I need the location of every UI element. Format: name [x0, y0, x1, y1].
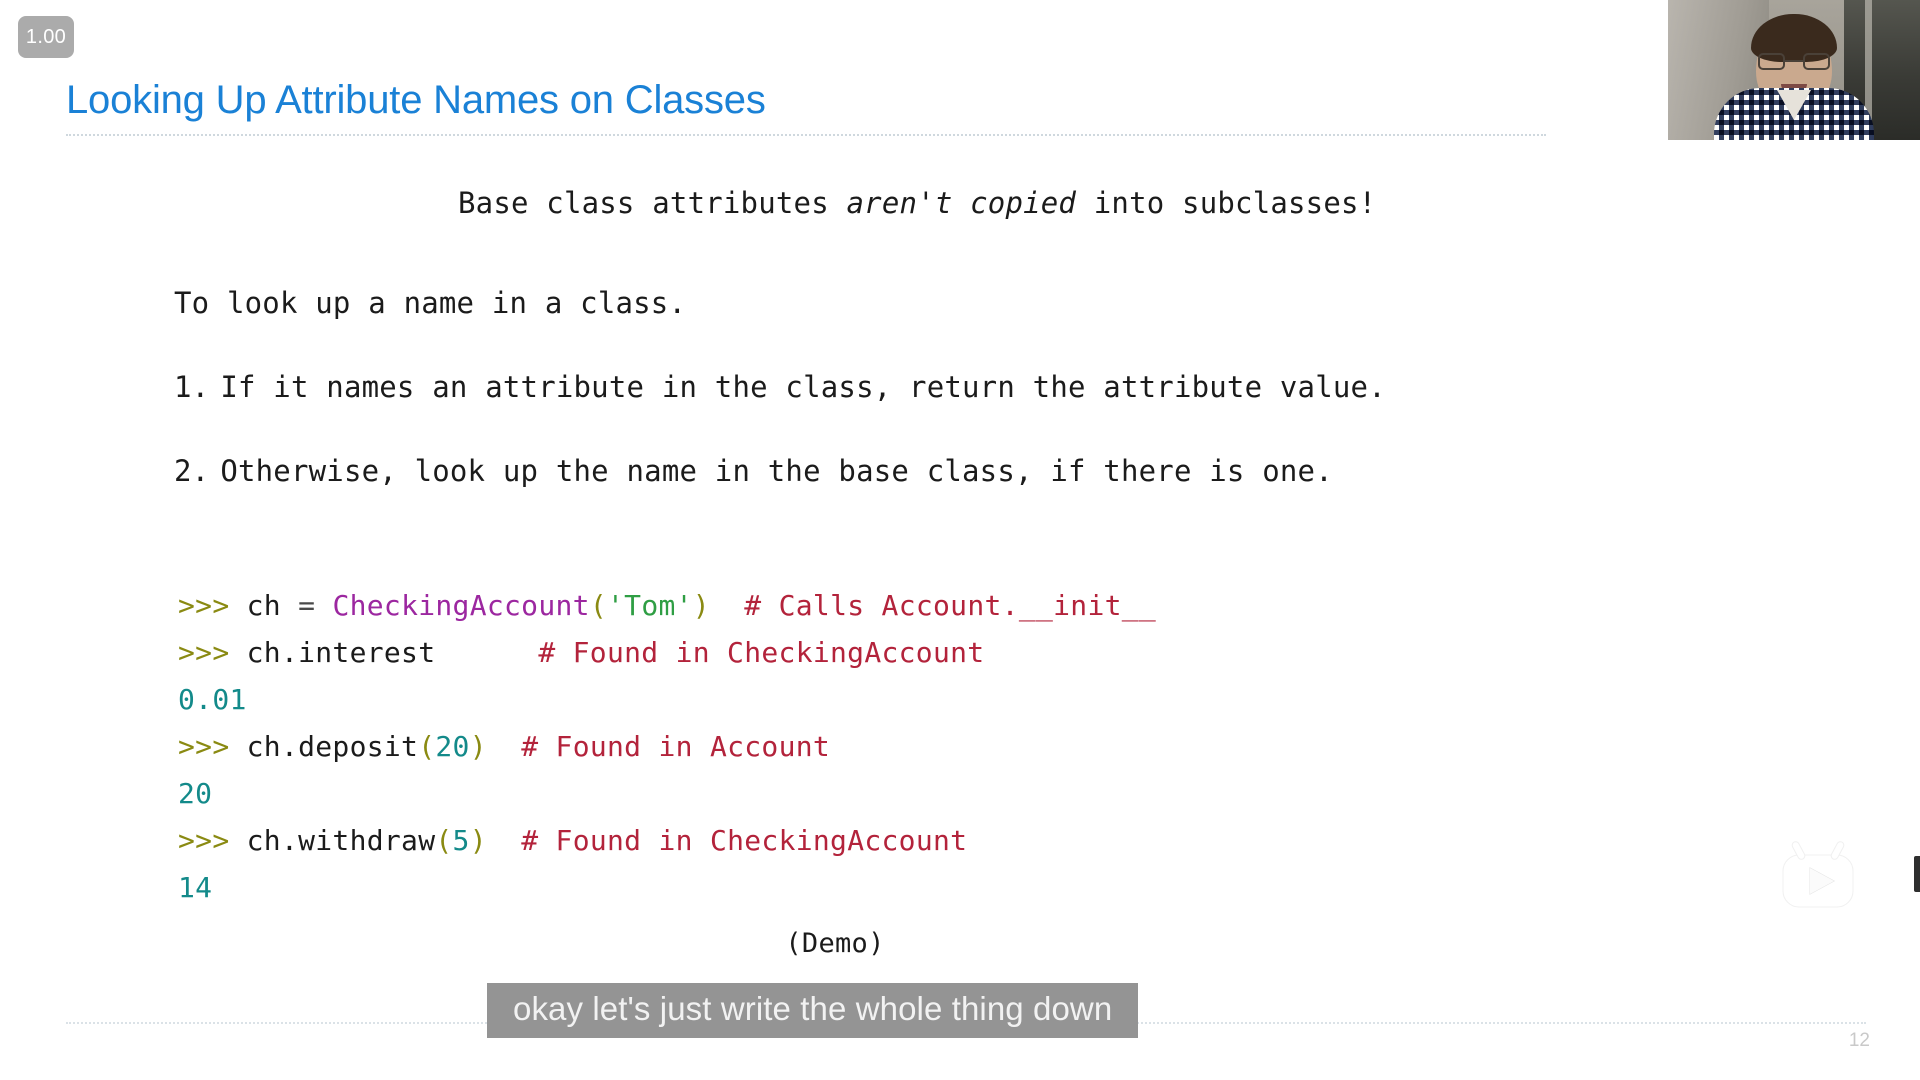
page-title: Looking Up Attribute Names on Classes: [66, 78, 766, 122]
demo-label: (Demo): [785, 928, 885, 959]
code-token: CheckingAccount: [332, 589, 590, 622]
tv-play-icon: [1776, 838, 1860, 912]
code-token: 20: [178, 777, 213, 810]
subtitle-caption: okay let's just write the whole thing do…: [487, 983, 1139, 1038]
subtitle-before: Base class attributes: [458, 186, 847, 220]
glasses-lens-left: [1758, 53, 1785, 70]
playback-speed-badge[interactable]: 1.00: [18, 16, 74, 58]
webcam-overlay[interactable]: [1668, 0, 1920, 140]
step-1-number: 1.: [174, 370, 210, 404]
code-token: ): [692, 589, 710, 622]
code-token: ch.deposit: [246, 730, 419, 763]
code-token: # Found in Account: [521, 730, 831, 763]
step-1-text: If it names an attribute in the class, r…: [220, 370, 1386, 404]
step-2: 2. Otherwise, look up the name in the bas…: [174, 454, 1333, 488]
code-line: 14: [178, 864, 1156, 911]
code-token: # Calls Account.__init__: [744, 589, 1157, 622]
code-line: 20: [178, 770, 1156, 817]
code-line: 0.01: [178, 676, 1156, 723]
slide-root: 1.00 Looking Up Attribute Names on Class…: [0, 0, 1920, 1080]
code-token: # Found in CheckingAccount: [521, 824, 968, 857]
code-token: ): [469, 824, 487, 857]
slide-subtitle: Base class attributes aren't copied into…: [458, 186, 1376, 220]
subtitle-after: into subclasses!: [1076, 186, 1377, 220]
code-token: (: [589, 589, 607, 622]
page-number: 12: [1848, 1030, 1870, 1051]
code-token: 14: [178, 871, 213, 904]
code-token: 5: [452, 824, 470, 857]
title-divider: [66, 134, 1546, 136]
step-2-text: Otherwise, look up the name in the base …: [220, 454, 1333, 488]
code-line: >>> ch.interest # Found in CheckingAccou…: [178, 629, 1156, 676]
code-block: >>> ch = CheckingAccount('Tom') # Calls …: [178, 582, 1156, 911]
step-2-number: 2.: [174, 454, 210, 488]
player-edge-handle[interactable]: [1914, 856, 1920, 892]
code-token: (: [418, 730, 436, 763]
code-token: 0.01: [178, 683, 247, 716]
glasses-bridge: [1785, 60, 1803, 62]
code-token: ch.withdraw: [246, 824, 436, 857]
code-line: >>> ch = CheckingAccount('Tom') # Calls …: [178, 582, 1156, 629]
lead-text: To look up a name in a class.: [174, 286, 687, 320]
glasses-lens-right: [1803, 53, 1830, 70]
speaker-glasses: [1758, 53, 1830, 70]
code-token: =: [298, 589, 333, 622]
code-line: >>> ch.withdraw(5) # Found in CheckingAc…: [178, 817, 1156, 864]
code-token: # Found in CheckingAccount: [538, 636, 985, 669]
code-token: 'Tom': [607, 589, 693, 622]
code-token: ): [469, 730, 487, 763]
subtitle-emphasis: aren't copied: [846, 186, 1077, 220]
code-line: >>> ch.deposit(20) # Found in Account: [178, 723, 1156, 770]
step-1: 1. If it names an attribute in the class,…: [174, 370, 1386, 404]
code-token: >>>: [178, 730, 247, 763]
code-token: 20: [435, 730, 470, 763]
code-token: ch: [246, 589, 299, 622]
code-token: >>>: [178, 824, 247, 857]
code-token: >>>: [178, 636, 247, 669]
code-token: ch.interest: [246, 636, 436, 669]
code-token: (: [435, 824, 453, 857]
code-token: >>>: [178, 589, 247, 622]
